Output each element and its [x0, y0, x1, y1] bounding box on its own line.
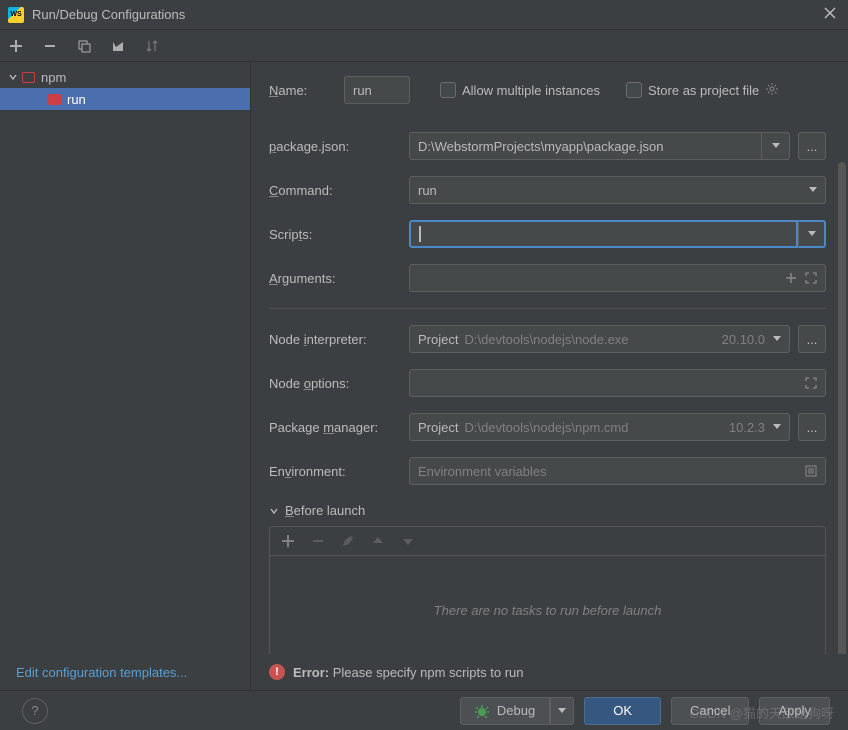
cancel-button[interactable]: Cancel — [671, 697, 749, 725]
npm-icon — [22, 72, 35, 83]
environment-label: Environment: — [269, 464, 409, 479]
package-manager-dropdown[interactable]: Project D:\devtools\nodejs\npm.cmd 10.2.… — [409, 413, 790, 441]
move-down-icon[interactable] — [400, 533, 416, 549]
before-launch-toolbar — [269, 526, 826, 555]
divider — [269, 308, 826, 309]
add-icon[interactable] — [785, 272, 797, 284]
command-label: Command: — [269, 183, 409, 198]
tree-node-run[interactable]: run — [0, 88, 250, 110]
name-label: Name: — [269, 83, 344, 98]
package-json-input[interactable]: D:\WebstormProjects\myapp\package.json — [409, 132, 762, 160]
node-interpreter-label: Node interpreter: — [269, 332, 409, 347]
scripts-label: Scripts: — [269, 227, 409, 242]
arguments-input[interactable] — [409, 264, 826, 292]
main-panel: Name: Allow multiple instances Store as … — [251, 62, 848, 690]
debug-button-group: Debug — [460, 697, 574, 725]
node-options-label: Node options: — [269, 376, 409, 391]
environment-input[interactable]: Environment variables — [409, 457, 826, 485]
browse-button[interactable]: ... — [798, 132, 826, 160]
toolbar — [0, 30, 848, 62]
content: npm run Edit configuration templates... … — [0, 62, 848, 690]
expand-icon[interactable] — [805, 377, 817, 389]
move-up-icon[interactable] — [370, 533, 386, 549]
expand-icon[interactable] — [805, 272, 817, 284]
row-package-json: package.json: D:\WebstormProjects\myapp\… — [269, 132, 826, 160]
row-name: Name: Allow multiple instances Store as … — [269, 76, 826, 104]
tree-node-label: run — [67, 92, 86, 107]
row-scripts: Scripts: — [269, 220, 826, 248]
dropdown-button[interactable] — [762, 132, 790, 160]
row-node-interpreter: Node interpreter: Project D:\devtools\no… — [269, 325, 826, 353]
chevron-down-icon — [269, 506, 279, 516]
row-environment: Environment: Environment variables — [269, 457, 826, 485]
before-launch-body: There are no tasks to run before launch — [269, 555, 826, 654]
scripts-input[interactable] — [409, 220, 798, 248]
edit-task-icon[interactable] — [340, 533, 356, 549]
row-package-manager: Package manager: Project D:\devtools\nod… — [269, 413, 826, 441]
npm-run-icon — [48, 94, 61, 105]
before-launch-empty-text: There are no tasks to run before launch — [434, 603, 662, 618]
apply-button[interactable]: Apply — [759, 697, 830, 725]
debug-dropdown[interactable] — [550, 697, 574, 725]
arguments-label: Arguments: — [269, 271, 409, 286]
scrollbar[interactable] — [838, 162, 846, 654]
bug-icon — [475, 704, 489, 718]
config-tree: npm run — [0, 62, 250, 655]
gear-icon[interactable] — [765, 82, 781, 98]
debug-button[interactable]: Debug — [460, 697, 550, 725]
allow-multiple-label: Allow multiple instances — [462, 83, 600, 98]
package-manager-label: Package manager: — [269, 420, 409, 435]
name-input[interactable] — [344, 76, 410, 104]
tree-node-label: npm — [41, 70, 66, 85]
error-text: Error: Please specify npm scripts to run — [293, 665, 523, 680]
button-bar: ? Debug OK Cancel Apply CSDN @猫的天敌是狗呀 — [0, 690, 848, 730]
save-config-icon[interactable] — [110, 38, 126, 54]
browse-button[interactable]: ... — [798, 325, 826, 353]
add-task-icon[interactable] — [280, 533, 296, 549]
node-interpreter-dropdown[interactable]: Project D:\devtools\nodejs\node.exe 20.1… — [409, 325, 790, 353]
chevron-down-icon — [8, 72, 18, 82]
copy-config-icon[interactable] — [76, 38, 92, 54]
sort-config-icon[interactable] — [144, 38, 160, 54]
close-icon[interactable] — [824, 7, 840, 23]
remove-task-icon[interactable] — [310, 533, 326, 549]
store-project-checkbox[interactable]: Store as project file — [626, 82, 759, 98]
row-command: Command: run — [269, 176, 826, 204]
command-value: run — [418, 183, 437, 198]
list-icon[interactable] — [805, 465, 817, 477]
before-launch-header[interactable]: Before launch — [269, 503, 826, 518]
window-title: Run/Debug Configurations — [32, 7, 824, 22]
node-options-input[interactable] — [409, 369, 826, 397]
sidebar: npm run Edit configuration templates... — [0, 62, 251, 690]
allow-multiple-checkbox[interactable]: Allow multiple instances — [440, 82, 600, 98]
dropdown-button[interactable] — [798, 220, 826, 248]
browse-button[interactable]: ... — [798, 413, 826, 441]
store-project-label: Store as project file — [648, 83, 759, 98]
before-launch-section: Before launch There are no tasks to run … — [269, 503, 826, 654]
checkbox-icon — [440, 82, 456, 98]
ok-button[interactable]: OK — [584, 697, 661, 725]
checkbox-icon — [626, 82, 642, 98]
app-icon: WS — [8, 7, 24, 23]
command-dropdown[interactable]: run — [409, 176, 826, 204]
edit-templates-link[interactable]: Edit configuration templates... — [0, 655, 250, 690]
titlebar: WS Run/Debug Configurations — [0, 0, 848, 30]
error-bar: ! Error: Please specify npm scripts to r… — [251, 654, 848, 690]
row-arguments: Arguments: — [269, 264, 826, 292]
help-button[interactable]: ? — [22, 698, 48, 724]
row-node-options: Node options: — [269, 369, 826, 397]
remove-config-icon[interactable] — [42, 38, 58, 54]
package-json-label: package.json: — [269, 139, 409, 154]
add-config-icon[interactable] — [8, 38, 24, 54]
error-icon: ! — [269, 664, 285, 680]
tree-node-npm[interactable]: npm — [0, 66, 250, 88]
form-area: Name: Allow multiple instances Store as … — [251, 62, 848, 654]
